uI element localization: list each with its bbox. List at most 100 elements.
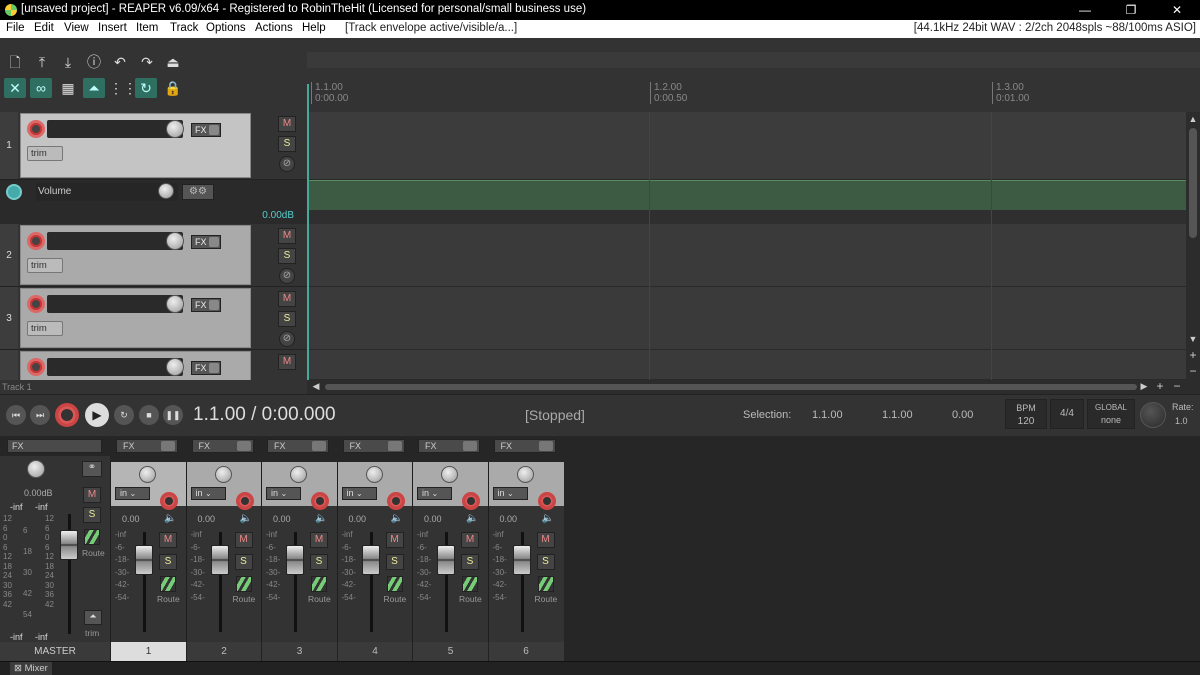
pan-knob[interactable]: [516, 466, 534, 483]
volume-fader[interactable]: [512, 545, 531, 575]
mute-button[interactable]: M: [278, 116, 296, 132]
master-pan-knob[interactable]: [27, 460, 45, 478]
pan-knob[interactable]: [290, 466, 307, 483]
fx-bypass-icon[interactable]: [463, 441, 477, 451]
strip-label-1[interactable]: 1: [110, 642, 186, 661]
mute-button[interactable]: M: [278, 354, 296, 370]
solo-button[interactable]: S: [536, 554, 555, 570]
record-arm-button[interactable]: [27, 232, 45, 250]
solo-button[interactable]: S: [159, 554, 177, 570]
strip-label-2[interactable]: 2: [185, 642, 262, 661]
strip-fx-button[interactable]: FX: [191, 439, 254, 453]
zoom-out-vertical-icon[interactable]: −: [1186, 364, 1200, 378]
solo-button[interactable]: S: [385, 554, 404, 570]
project-settings-icon[interactable]: ⓘ: [83, 52, 105, 72]
bpm-box[interactable]: BPM 120: [1005, 399, 1047, 429]
route-icon[interactable]: [311, 576, 327, 592]
selection-length[interactable]: 0.00: [952, 409, 973, 421]
speaker-icon[interactable]: 🔈: [315, 513, 327, 524]
metronome-icon[interactable]: ⏏: [162, 52, 184, 72]
minimize-button[interactable]: —: [1062, 0, 1108, 20]
fx-bypass-icon[interactable]: [161, 441, 175, 451]
strip-volume[interactable]: 0.00: [349, 514, 367, 524]
channel-strip-5[interactable]: in ⌄ 0.00 🔈 -inf -6- -18- -30- -42- -54- M S Route: [412, 462, 488, 661]
go-to-start-icon[interactable]: ⏮: [6, 405, 26, 425]
scroll-up-icon[interactable]: ▲: [1186, 114, 1200, 124]
volume-envelope-area[interactable]: [307, 180, 1186, 224]
selection-start[interactable]: 1.1.00: [812, 409, 843, 421]
trim-envelope-button[interactable]: trim: [27, 321, 63, 336]
channel-strip-2[interactable]: in ⌄ 0.00 🔈 -inf -6- -18- -30- -42- -54- M S Route: [185, 462, 262, 661]
mixer-tab[interactable]: ⊠ Mixer: [10, 662, 52, 675]
envelope-active-button[interactable]: [6, 184, 22, 200]
strip-fx-button[interactable]: FX: [116, 439, 178, 453]
record-arm-button[interactable]: [235, 492, 254, 510]
input-select[interactable]: in ⌄: [266, 487, 301, 500]
fx-bypass-icon[interactable]: [538, 441, 553, 451]
solo-button[interactable]: S: [278, 248, 296, 264]
playrate-knob[interactable]: [1140, 402, 1166, 428]
track-4[interactable]: FX M: [0, 350, 307, 380]
solo-button[interactable]: S: [310, 554, 328, 570]
menu-item[interactable]: Item: [136, 22, 158, 34]
record-arm-button[interactable]: [160, 492, 178, 510]
envelope-line[interactable]: [307, 180, 1186, 210]
route-icon[interactable]: [160, 576, 176, 592]
horizontal-scrollbar[interactable]: ◀ ▶ + −: [307, 379, 1200, 394]
solo-button[interactable]: S: [278, 311, 296, 327]
redo-icon[interactable]: ↷: [136, 52, 158, 72]
pan-knob[interactable]: [441, 466, 458, 483]
route-icon[interactable]: [462, 576, 478, 592]
channel-strip-3[interactable]: in ⌄ 0.00 🔈 -inf -6- -18- -30- -42- -54- M S Route: [261, 462, 337, 661]
fx-button[interactable]: FX: [191, 235, 221, 249]
vertical-scrollbar[interactable]: ▲ ▼ + −: [1186, 112, 1200, 380]
fx-button[interactable]: FX: [191, 298, 221, 312]
volume-fader[interactable]: [135, 545, 153, 575]
play-button[interactable]: ▶: [85, 403, 109, 427]
route-icon[interactable]: [537, 576, 554, 592]
record-arm-button[interactable]: [27, 295, 45, 313]
phase-invert-icon[interactable]: ⊘: [279, 156, 295, 172]
item-grouping-icon[interactable]: ∞: [30, 78, 52, 98]
mute-button[interactable]: M: [461, 532, 479, 548]
track-3-lane[interactable]: [307, 287, 1186, 350]
volume-knob[interactable]: [166, 120, 184, 138]
fx-bypass-icon[interactable]: [387, 441, 402, 451]
zoom-out-horizontal-icon[interactable]: −: [1170, 379, 1184, 393]
speaker-icon[interactable]: 🔈: [164, 513, 176, 524]
channel-strip-1[interactable]: in ⌄ 0.00 🔈 -inf -6- -18- -30- -42- -54- M S Route: [110, 462, 186, 661]
input-select[interactable]: in ⌄: [190, 487, 226, 500]
mute-button[interactable]: M: [278, 228, 296, 244]
master-route-icon[interactable]: [84, 529, 100, 545]
mute-button[interactable]: M: [536, 532, 555, 548]
mute-button[interactable]: M: [310, 532, 328, 548]
maximize-button[interactable]: ❐: [1108, 0, 1154, 20]
scroll-down-icon[interactable]: ▼: [1186, 334, 1200, 344]
strip-label-5[interactable]: 5: [412, 642, 488, 661]
solo-button[interactable]: S: [461, 554, 479, 570]
track-4-lane[interactable]: [307, 350, 1186, 380]
channel-strip-4[interactable]: in ⌄ 0.00 🔈 -inf -6- -18- -30- -42- -54- M S Route: [336, 462, 413, 661]
volume-fader[interactable]: [210, 545, 229, 575]
record-button[interactable]: [55, 403, 79, 427]
pan-knob[interactable]: [214, 466, 232, 483]
undo-icon[interactable]: ↶: [109, 52, 131, 72]
record-arm-button[interactable]: [462, 492, 480, 510]
track-1-lane[interactable]: [307, 112, 1186, 180]
ripple-edit-icon[interactable]: ✕: [4, 78, 26, 98]
fx-bypass-icon[interactable]: [209, 237, 219, 247]
scrollbar-thumb[interactable]: [1189, 128, 1197, 238]
strip-volume[interactable]: 0.00: [273, 514, 291, 524]
track-name-field[interactable]: [47, 232, 183, 250]
fx-button[interactable]: FX: [191, 123, 221, 137]
mute-button[interactable]: M: [159, 532, 177, 548]
fx-button[interactable]: FX: [191, 361, 221, 375]
master-volume-fader[interactable]: [60, 530, 78, 560]
strip-volume[interactable]: 0.00: [122, 514, 140, 524]
selection-end[interactable]: 1.1.00: [882, 409, 913, 421]
volume-knob[interactable]: [166, 295, 184, 313]
master-solo-button[interactable]: S: [83, 507, 101, 523]
rate-value[interactable]: 1.0: [1175, 416, 1188, 426]
volume-envelope-lane[interactable]: Volume ⚙⚙ 0.00dB: [0, 180, 307, 224]
fx-bypass-icon[interactable]: [209, 300, 219, 310]
